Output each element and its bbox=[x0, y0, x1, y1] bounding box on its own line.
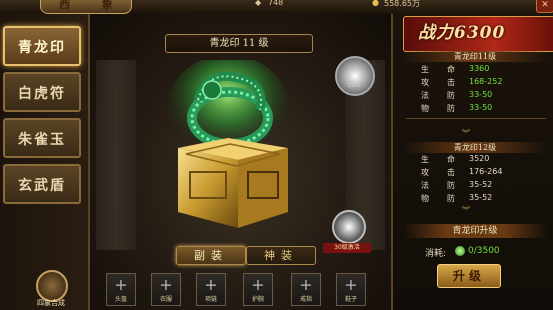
plus-icon: + bbox=[251, 275, 265, 294]
chevron-down-icon: ︾ bbox=[462, 129, 470, 138]
evolution-dragon-icon[interactable] bbox=[332, 210, 366, 244]
next-stat-attack: 攻击 176-264 bbox=[421, 167, 503, 177]
plus-icon: + bbox=[204, 275, 218, 294]
next-stat-phys-def: 物防 35-52 bbox=[421, 193, 493, 203]
current-stat-phys-def: 物防 33-50 bbox=[421, 103, 493, 113]
next-stat-magic-def: 法防 35-52 bbox=[421, 180, 493, 190]
window-title: 西 象 bbox=[40, 0, 132, 14]
current-stat-attack: 攻击 168-252 bbox=[421, 77, 503, 87]
resource-2: 558.65万 bbox=[384, 0, 420, 8]
tab-divine-equip[interactable]: 神装 bbox=[246, 246, 316, 265]
plus-icon: + bbox=[344, 275, 358, 294]
material-icon bbox=[455, 246, 465, 256]
tab-qinglong-seal[interactable]: 青龙印 bbox=[3, 26, 81, 66]
equip-slot-ring[interactable]: + 戒指 bbox=[291, 273, 321, 306]
close-button[interactable]: ✕ bbox=[536, 0, 553, 13]
plus-icon: + bbox=[159, 275, 173, 294]
cost-value: 0/3500 bbox=[468, 246, 500, 256]
next-stat-hp: 生命 3520 bbox=[421, 154, 490, 164]
tab-baihu-talisman[interactable]: 白虎符 bbox=[3, 72, 81, 112]
equip-slot-helmet[interactable]: + 头盔 bbox=[106, 273, 136, 306]
left-pillar bbox=[96, 60, 136, 250]
current-stat-hp: 生命 3360 bbox=[421, 64, 490, 74]
chevron-down-icon: ︾ bbox=[462, 206, 470, 215]
lock-dragon-icon[interactable] bbox=[335, 56, 375, 96]
current-level-title: 青龙印11级 bbox=[453, 52, 497, 61]
evolution-activate-label: 30级激活 bbox=[323, 243, 371, 253]
upgrade-button[interactable]: 升级 bbox=[437, 264, 501, 288]
tab-zhuque-jade[interactable]: 朱雀玉 bbox=[3, 118, 81, 158]
equip-slot-bracer[interactable]: + 护腕 bbox=[243, 273, 273, 306]
plus-icon: + bbox=[299, 275, 313, 294]
gem-icon: ◆ bbox=[255, 0, 262, 7]
equip-slot-necklace[interactable]: + 项链 bbox=[196, 273, 226, 306]
divider bbox=[406, 118, 546, 119]
combat-power-value: 战力6300 bbox=[418, 23, 506, 43]
gold-icon: ● bbox=[372, 0, 379, 7]
plus-icon: + bbox=[114, 275, 128, 294]
tab-xuanwu-shield[interactable]: 玄武盾 bbox=[3, 164, 81, 204]
next-level-title: 青龙印12级 bbox=[453, 143, 497, 152]
resource-1: 748 bbox=[268, 0, 284, 7]
equip-slot-shoes[interactable]: + 鞋子 bbox=[336, 273, 366, 306]
qinglong-seal-image bbox=[168, 60, 290, 228]
cost-label: 消耗: bbox=[425, 249, 447, 259]
combine-label: 四象合成 bbox=[37, 299, 65, 307]
equip-slot-clothes[interactable]: + 衣服 bbox=[151, 273, 181, 306]
lock-level-label: Lv.0 bbox=[347, 82, 361, 89]
seal-level-header: 青龙印 11 级 bbox=[165, 34, 313, 53]
tab-secondary-equip[interactable]: 副装 bbox=[176, 246, 246, 265]
upgrade-section-title: 青龙印升级 bbox=[403, 224, 547, 238]
current-stat-magic-def: 法防 33-50 bbox=[421, 90, 493, 100]
